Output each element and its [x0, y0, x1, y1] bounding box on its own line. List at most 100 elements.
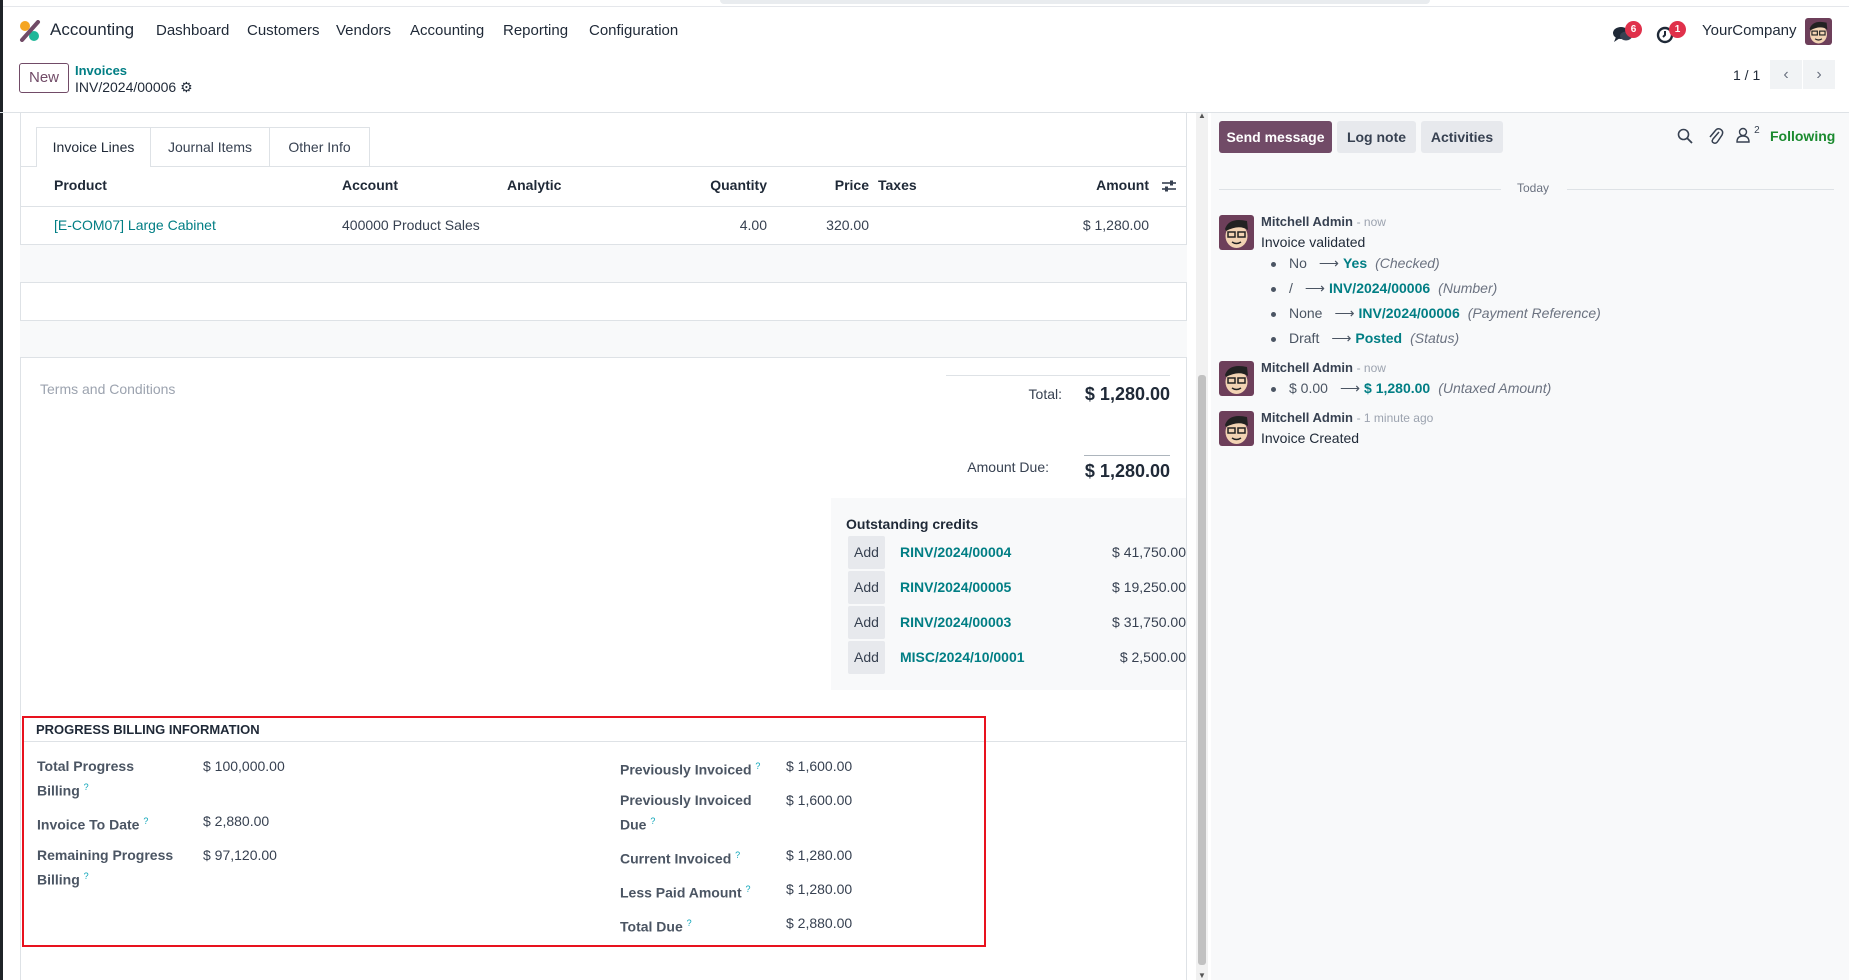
- form-scrollbar[interactable]: ▲ ▼: [1196, 111, 1208, 980]
- tab-journal-items[interactable]: Journal Items: [151, 127, 270, 167]
- window-edge: [0, 0, 3, 980]
- field-value: $ 2,880.00: [203, 813, 270, 829]
- row-amount[interactable]: $ 1,280.00: [1083, 217, 1149, 233]
- menu-dashboard[interactable]: Dashboard: [156, 22, 229, 39]
- field-label: Invoice To Date ?: [37, 816, 149, 833]
- credit-amount: $ 19,250.00: [1112, 579, 1186, 595]
- field-label: Less Paid Amount ?: [620, 884, 751, 901]
- user-avatar[interactable]: [1805, 18, 1832, 45]
- add-credit-button[interactable]: Add: [848, 536, 885, 569]
- new-button[interactable]: New: [19, 63, 69, 93]
- help-icon[interactable]: ?: [84, 782, 89, 792]
- app-name[interactable]: Accounting: [50, 20, 134, 40]
- column-settings-icon[interactable]: [1161, 179, 1177, 193]
- person-icon: [1736, 127, 1750, 143]
- breadcrumb-current: INV/2024/00006 ⚙: [75, 79, 193, 96]
- breadcrumb-invoices[interactable]: Invoices: [75, 63, 127, 78]
- menu-customers[interactable]: Customers: [247, 22, 320, 39]
- empty-row: [20, 321, 1187, 357]
- terms-input[interactable]: Terms and Conditions: [40, 381, 175, 397]
- author-avatar[interactable]: [1219, 411, 1254, 446]
- credit-ref[interactable]: RINV/2024/00004: [900, 544, 1011, 560]
- col-analytic[interactable]: Analytic: [507, 177, 561, 193]
- menu-accounting[interactable]: Accounting: [410, 22, 484, 39]
- pager-next-button[interactable]: ›: [1803, 60, 1835, 89]
- pager-prev-button[interactable]: ‹: [1770, 60, 1802, 89]
- send-message-button[interactable]: Send message: [1219, 121, 1332, 153]
- paperclip-icon[interactable]: [1708, 127, 1724, 145]
- search-icon[interactable]: [1677, 128, 1693, 144]
- col-product[interactable]: Product: [54, 177, 107, 193]
- date-label: Today: [1517, 181, 1550, 195]
- menu-reporting[interactable]: Reporting: [503, 22, 568, 39]
- menu-vendors[interactable]: Vendors: [336, 22, 391, 39]
- log-note-button[interactable]: Log note: [1337, 121, 1416, 153]
- author-avatar[interactable]: [1219, 215, 1254, 250]
- messages-button[interactable]: 6: [1612, 21, 1642, 45]
- credit-ref[interactable]: RINV/2024/00003: [900, 614, 1011, 630]
- tracking-change: Draft ⟶ Posted (Status): [1271, 330, 1459, 347]
- gear-icon[interactable]: ⚙: [180, 79, 193, 95]
- message-author[interactable]: Mitchell Admin - 1 minute ago: [1261, 410, 1433, 425]
- chevron-left-icon: ‹: [1783, 66, 1789, 83]
- outstanding-credits-title: Outstanding credits: [846, 516, 979, 532]
- message-body: Invoice validated: [1261, 234, 1366, 250]
- activities-button[interactable]: 1: [1656, 21, 1686, 45]
- add-credit-button[interactable]: Add: [848, 606, 885, 639]
- col-amount[interactable]: Amount: [1096, 177, 1149, 193]
- tracking-change: $ 0.00 ⟶ $ 1,280.00 (Untaxed Amount): [1271, 380, 1551, 397]
- tab-other-info[interactable]: Other Info: [270, 127, 370, 167]
- author-avatar[interactable]: [1219, 361, 1254, 396]
- field-label: Current Invoiced ?: [620, 850, 741, 867]
- followers-button[interactable]: 2: [1736, 125, 1760, 145]
- add-credit-button[interactable]: Add: [848, 571, 885, 604]
- col-price[interactable]: Price: [835, 177, 869, 193]
- date-separator: Today: [1219, 181, 1834, 197]
- help-icon[interactable]: ?: [755, 761, 760, 771]
- message-author[interactable]: Mitchell Admin - now: [1261, 360, 1386, 375]
- credit-ref[interactable]: MISC/2024/10/0001: [900, 649, 1025, 665]
- accounting-app-icon[interactable]: [19, 20, 41, 42]
- progress-billing-title: PROGRESS BILLING INFORMATION: [36, 722, 260, 737]
- amount-due-value: $ 1,280.00: [1084, 461, 1170, 481]
- row-account[interactable]: 400000 Product Sales: [342, 217, 480, 233]
- add-credit-button[interactable]: Add: [848, 641, 885, 674]
- menu-configuration[interactable]: Configuration: [589, 22, 678, 39]
- tracking-change: / ⟶ INV/2024/00006 (Number): [1271, 280, 1497, 297]
- help-icon[interactable]: ?: [746, 884, 751, 894]
- field-value: $ 1,280.00: [786, 847, 853, 863]
- col-account[interactable]: Account: [342, 177, 398, 193]
- credit-amount: $ 41,750.00: [1112, 544, 1186, 560]
- pager-value[interactable]: 1 / 1: [1733, 67, 1760, 83]
- credit-row: Add RINV/2024/00003 $ 31,750.00: [848, 606, 1186, 639]
- credit-ref[interactable]: RINV/2024/00005: [900, 579, 1011, 595]
- arrow-right-icon: ⟶: [1304, 280, 1325, 296]
- message-time: - now: [1356, 215, 1386, 229]
- company-switcher[interactable]: YourCompany: [1702, 22, 1797, 39]
- field-label: Previously Invoiced ?: [620, 761, 761, 778]
- help-icon[interactable]: ?: [735, 850, 740, 860]
- help-icon[interactable]: ?: [687, 918, 692, 928]
- help-icon[interactable]: ?: [143, 816, 148, 826]
- col-taxes[interactable]: Taxes: [878, 177, 917, 193]
- col-quantity[interactable]: Quantity: [710, 177, 767, 193]
- tracking-change: None ⟶ INV/2024/00006 (Payment Reference): [1271, 305, 1601, 322]
- help-icon[interactable]: ?: [650, 816, 655, 826]
- arrow-right-icon: ⟶: [1318, 255, 1339, 271]
- following-button[interactable]: Following: [1770, 128, 1835, 144]
- field-value: $ 100,000.00: [203, 758, 285, 774]
- row-price[interactable]: 320.00: [826, 217, 869, 233]
- row-product[interactable]: [E-COM07] Large Cabinet: [54, 217, 216, 233]
- help-icon[interactable]: ?: [84, 871, 89, 881]
- field-label: Total Progress Billing ?: [37, 758, 134, 799]
- empty-row: [20, 245, 1187, 282]
- tab-invoice-lines[interactable]: Invoice Lines: [36, 127, 151, 167]
- message-author[interactable]: Mitchell Admin - now: [1261, 214, 1386, 229]
- tab-divider: [20, 166, 1187, 167]
- row-quantity[interactable]: 4.00: [740, 217, 767, 233]
- activities-button[interactable]: Activities: [1421, 121, 1503, 153]
- field-value: $ 97,120.00: [203, 847, 277, 863]
- scroll-down-icon[interactable]: ▼: [1198, 971, 1206, 980]
- credit-row: Add RINV/2024/00005 $ 19,250.00: [848, 571, 1186, 604]
- scroll-up-icon[interactable]: ▲: [1198, 111, 1206, 120]
